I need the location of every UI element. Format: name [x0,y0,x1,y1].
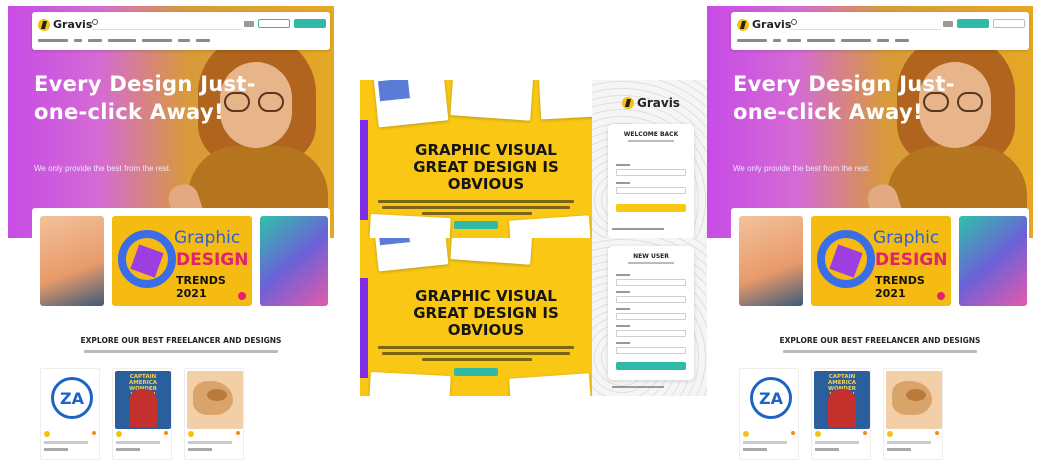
design-card[interactable]: CAPTAIN AMERICA WONDER WOMAN [811,368,871,460]
explore-subtitle [84,350,278,353]
design-card[interactable]: ZA [739,368,799,460]
hero-subtitle: We only provide the best from the rest. [34,164,172,173]
explore-subtitle [783,350,977,353]
sign-in-button[interactable] [258,19,290,28]
search-icon [92,19,98,25]
user-menu[interactable] [993,19,1025,28]
email-field[interactable] [616,296,686,303]
search-input[interactable] [92,19,242,30]
banner-line1: Graphic [873,228,940,248]
confirm-password-field[interactable] [616,330,686,337]
login-link[interactable] [612,386,664,388]
gravis-logo-icon [737,18,749,31]
nav-icons[interactable] [943,21,953,27]
brand-logo[interactable]: Gravis [737,18,791,31]
brand-name: Gravis [752,18,792,31]
explore-heading: EXPLORE OUR BEST FREELANCER AND DESIGNS [779,336,981,345]
graphic-design-trends-banner[interactable]: Graphic DESIGN TRENDS 2021 [112,216,252,306]
brand-logo[interactable]: Gravis [622,96,680,110]
get-started-button[interactable] [454,221,498,229]
za-logo-image: ZA [750,377,792,419]
brand-name: Gravis [53,18,93,31]
signup-screen: GRAPHIC VISUAL GREAT DESIGN IS OBVIOUS N… [360,238,708,396]
get-started-button[interactable] [454,368,498,376]
explore-heading: EXPLORE OUR BEST FREELANCER AND DESIGNS [80,336,282,345]
featured-thumb-right[interactable] [260,216,328,306]
landing-page-mockup-left: Gravis Every Design Just-one-click Away!… [8,6,334,462]
design-card[interactable]: ZA [40,368,100,460]
signup-form: NEW USER [608,246,694,380]
hero-subtitle: We only provide the best from the rest. [733,164,871,173]
banner-line1: Graphic [174,228,241,248]
featured-thumb-left[interactable] [40,216,104,306]
featured-thumb-left[interactable] [739,216,803,306]
hero-banner: Gravis Every Design Just-one-click Away!… [8,6,334,238]
search-icon [791,19,797,25]
hero-title: Every Design Just-one-click Away! [733,72,955,124]
category-menu[interactable] [38,39,210,45]
banner-line2: DESIGN [875,250,948,270]
search-input[interactable] [791,19,941,30]
hero-title: Every Design Just-one-click Away! [34,72,256,124]
za-logo-image: ZA [51,377,93,419]
form-title: NEW USER [633,253,669,260]
promo-panel: GRAPHIC VISUAL GREAT DESIGN IS OBVIOUS [360,80,592,238]
form-title: WELCOME BACK [623,131,679,138]
content-section: Graphic DESIGN TRENDS 2021 EXPLORE OUR B… [731,208,1029,462]
content-section: Graphic DESIGN TRENDS 2021 EXPLORE OUR B… [32,208,330,462]
join-button[interactable] [294,19,326,28]
landing-page-mockup-right: Gravis Every Design Just-one-click Away!… [707,6,1033,462]
screenshot-collage: Gravis Every Design Just-one-click Away!… [0,0,1053,468]
gravis-logo-icon [622,97,634,109]
promo-headline: GRAPHIC VISUAL GREAT DESIGN IS OBVIOUS [413,141,559,193]
design-card[interactable]: CAPTAIN AMERICA WONDER WOMAN [112,368,172,460]
nav-icons[interactable] [244,21,254,27]
top-navbar: Gravis [32,12,330,50]
brand-name: Gravis [637,96,680,110]
signup-button[interactable] [616,362,686,370]
password-field[interactable] [616,187,686,194]
design-card[interactable] [184,368,244,460]
banner-line2: DESIGN [176,250,249,270]
gravis-logo-icon [38,18,50,31]
password-field[interactable] [616,313,686,320]
graphic-design-trends-banner[interactable]: Graphic DESIGN TRENDS 2021 [811,216,951,306]
login-button[interactable] [616,204,686,212]
name-field[interactable] [616,279,686,286]
promo-panel: GRAPHIC VISUAL GREAT DESIGN IS OBVIOUS [360,238,592,396]
login-form: WELCOME BACK [608,124,694,238]
signup-link[interactable] [612,228,664,230]
featured-thumb-right[interactable] [959,216,1027,306]
promo-headline: GRAPHIC VISUAL GREAT DESIGN IS OBVIOUS [413,287,559,339]
design-card[interactable] [883,368,943,460]
brand-logo[interactable]: Gravis [38,18,92,31]
phone-field[interactable] [616,347,686,354]
upload-button[interactable] [957,19,989,28]
category-menu[interactable] [737,39,909,45]
top-navbar: Gravis [731,12,1029,50]
login-page-mockup: GRAPHIC VISUAL GREAT DESIGN IS OBVIOUS G… [360,80,708,396]
login-screen: GRAPHIC VISUAL GREAT DESIGN IS OBVIOUS G… [360,80,708,238]
email-field[interactable] [616,169,686,176]
hero-banner: Gravis Every Design Just-one-click Away!… [707,6,1033,238]
